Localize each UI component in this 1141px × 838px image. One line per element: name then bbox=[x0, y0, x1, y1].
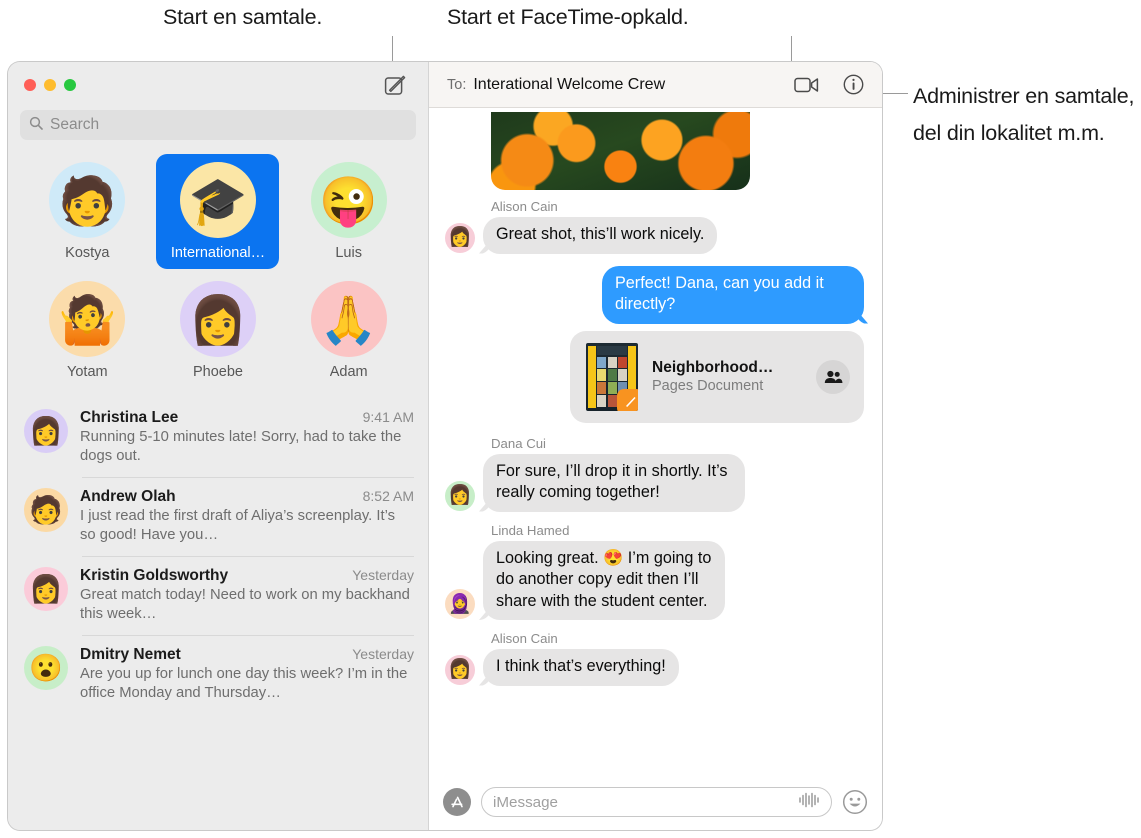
annotation-start-conversation: Start en samtale. bbox=[163, 2, 322, 32]
avatar: 👩 bbox=[180, 281, 256, 357]
minimize-button[interactable] bbox=[44, 79, 56, 91]
messages-container: Alison Cain 👩 Great shot, this’ll work n… bbox=[429, 108, 882, 774]
pinned-item-phoebe[interactable]: 👩 Phoebe bbox=[156, 273, 279, 388]
annotation-manage-conversation: Administrer en samtale, del din lokalite… bbox=[913, 78, 1135, 152]
search-placeholder: Search bbox=[50, 116, 99, 134]
message-composer: iMessage bbox=[429, 774, 882, 830]
list-item[interactable]: 😮 Dmitry Nemet Yesterday Are you up for … bbox=[8, 635, 428, 714]
close-button[interactable] bbox=[24, 79, 36, 91]
avatar: 👩 bbox=[24, 567, 68, 611]
pinned-item-yotam[interactable]: 🤷 Yotam bbox=[26, 273, 149, 388]
message-sender-name: Linda Hamed bbox=[491, 523, 864, 538]
photo-message-row bbox=[445, 112, 864, 190]
conversation-name: Christina Lee bbox=[80, 409, 355, 427]
message-sender-name: Alison Cain bbox=[491, 199, 864, 214]
app-store-icon[interactable] bbox=[443, 788, 471, 816]
pages-document-thumbnail bbox=[586, 343, 638, 411]
attachment-row: Neighborhood… Pages Document bbox=[445, 331, 864, 423]
message-bubble[interactable]: For sure, I’ll drop it in shortly. It’s … bbox=[483, 454, 745, 512]
audio-waveform-icon[interactable] bbox=[798, 792, 820, 813]
orange-flowers-photo[interactable] bbox=[491, 112, 750, 190]
message-sender-name: Alison Cain bbox=[491, 631, 864, 646]
window-titlebar bbox=[8, 62, 428, 108]
thread-header: To: Interational Welcome Crew bbox=[429, 62, 882, 108]
message-row: 👩 Great shot, this’ll work nicely. bbox=[445, 217, 864, 254]
imessage-input[interactable]: iMessage bbox=[481, 787, 832, 817]
conversation-list: 👩 Christina Lee 9:41 AM Running 5-10 min… bbox=[8, 398, 428, 830]
pinned-item-international-welcome-crew[interactable]: 🎓 International… bbox=[156, 154, 279, 269]
zoom-button[interactable] bbox=[64, 79, 76, 91]
message-bubble[interactable]: Looking great. 😍 I’m going to do another… bbox=[483, 541, 725, 621]
conversation-time: Yesterday bbox=[352, 567, 414, 583]
conversation-name: Dmitry Nemet bbox=[80, 646, 344, 664]
screenshot-root: Start en samtale. Start et FaceTime-opka… bbox=[0, 0, 1141, 838]
info-icon[interactable] bbox=[843, 74, 864, 95]
imessage-placeholder: iMessage bbox=[493, 794, 790, 811]
pinned-conversations-grid: 🧑 Kostya 🎓 International… 😜 Luis 🤷 Yotam… bbox=[8, 150, 428, 398]
message-row: 🧕 Looking great. 😍 I’m going to do anoth… bbox=[445, 541, 864, 621]
avatar: 🎓 bbox=[180, 162, 256, 238]
conversation-preview: Great match today! Need to work on my ba… bbox=[80, 586, 414, 624]
video-camera-icon[interactable] bbox=[794, 76, 820, 94]
avatar: 🤷 bbox=[49, 281, 125, 357]
sidebar: Search 🧑 Kostya 🎓 International… 😜 Luis bbox=[8, 62, 429, 830]
pinned-item-label: Adam bbox=[330, 364, 368, 380]
pinned-item-kostya[interactable]: 🧑 Kostya bbox=[26, 154, 149, 269]
conversation-preview: I just read the first draft of Aliya’s s… bbox=[80, 507, 414, 545]
conversation-time: 9:41 AM bbox=[363, 409, 414, 425]
list-item[interactable]: 🧑 Andrew Olah 8:52 AM I just read the fi… bbox=[8, 477, 428, 556]
list-item[interactable]: 👩 Kristin Goldsworthy Yesterday Great ma… bbox=[8, 556, 428, 635]
pages-app-icon bbox=[617, 389, 638, 411]
messages-window: Search 🧑 Kostya 🎓 International… 😜 Luis bbox=[8, 62, 882, 830]
traffic-lights bbox=[24, 79, 76, 91]
conversation-name: Kristin Goldsworthy bbox=[80, 567, 344, 585]
message-bubble[interactable]: Perfect! Dana, can you add it directly? bbox=[602, 266, 864, 324]
conversation-time: 8:52 AM bbox=[363, 488, 414, 504]
message-thread-pane: To: Interational Welcome Crew bbox=[429, 62, 882, 830]
pinned-item-luis[interactable]: 😜 Luis bbox=[287, 154, 410, 269]
smiley-face-icon[interactable] bbox=[842, 789, 868, 815]
avatar: 👩 bbox=[445, 655, 475, 685]
avatar: 🧑 bbox=[49, 162, 125, 238]
search-container: Search bbox=[8, 108, 428, 150]
message-sender-name: Dana Cui bbox=[491, 436, 864, 451]
avatar: 😮 bbox=[24, 646, 68, 690]
pinned-item-label: Yotam bbox=[67, 364, 108, 380]
conversation-preview: Are you up for lunch one day this week? … bbox=[80, 665, 414, 703]
avatar: 👩 bbox=[24, 409, 68, 453]
compose-new-message-icon[interactable] bbox=[384, 74, 406, 96]
annotation-start-facetime: Start et FaceTime-opkald. bbox=[447, 2, 689, 32]
shared-people-icon[interactable] bbox=[816, 360, 850, 394]
attachment-title: Neighborhood… bbox=[652, 359, 802, 377]
search-input[interactable]: Search bbox=[20, 110, 416, 140]
list-item[interactable]: 👩 Christina Lee 9:41 AM Running 5-10 min… bbox=[8, 398, 428, 477]
pinned-item-label: International… bbox=[171, 245, 265, 261]
pinned-item-label: Luis bbox=[335, 245, 362, 261]
avatar: 👩 bbox=[445, 481, 475, 511]
attachment-card[interactable]: Neighborhood… Pages Document bbox=[570, 331, 864, 423]
to-label: To: bbox=[447, 77, 466, 93]
avatar: 🙏 bbox=[311, 281, 387, 357]
search-icon bbox=[29, 116, 43, 135]
avatar: 👩 bbox=[445, 223, 475, 253]
conversation-name: Andrew Olah bbox=[80, 488, 355, 506]
attachment-subtitle: Pages Document bbox=[652, 378, 802, 394]
pinned-item-adam[interactable]: 🙏 Adam bbox=[287, 273, 410, 388]
message-bubble[interactable]: I think that’s everything! bbox=[483, 649, 679, 686]
message-row: Perfect! Dana, can you add it directly? bbox=[445, 266, 864, 324]
avatar: 😜 bbox=[311, 162, 387, 238]
message-row: 👩 I think that’s everything! bbox=[445, 649, 864, 686]
message-row: 👩 For sure, I’ll drop it in shortly. It’… bbox=[445, 454, 864, 512]
pinned-item-label: Kostya bbox=[65, 245, 109, 261]
conversation-preview: Running 5-10 minutes late! Sorry, had to… bbox=[80, 428, 414, 466]
recipient-field[interactable]: Interational Welcome Crew bbox=[473, 76, 787, 94]
message-bubble[interactable]: Great shot, this’ll work nicely. bbox=[483, 217, 717, 254]
avatar: 🧑 bbox=[24, 488, 68, 532]
pinned-item-label: Phoebe bbox=[193, 364, 243, 380]
avatar: 🧕 bbox=[445, 589, 475, 619]
conversation-time: Yesterday bbox=[352, 646, 414, 662]
